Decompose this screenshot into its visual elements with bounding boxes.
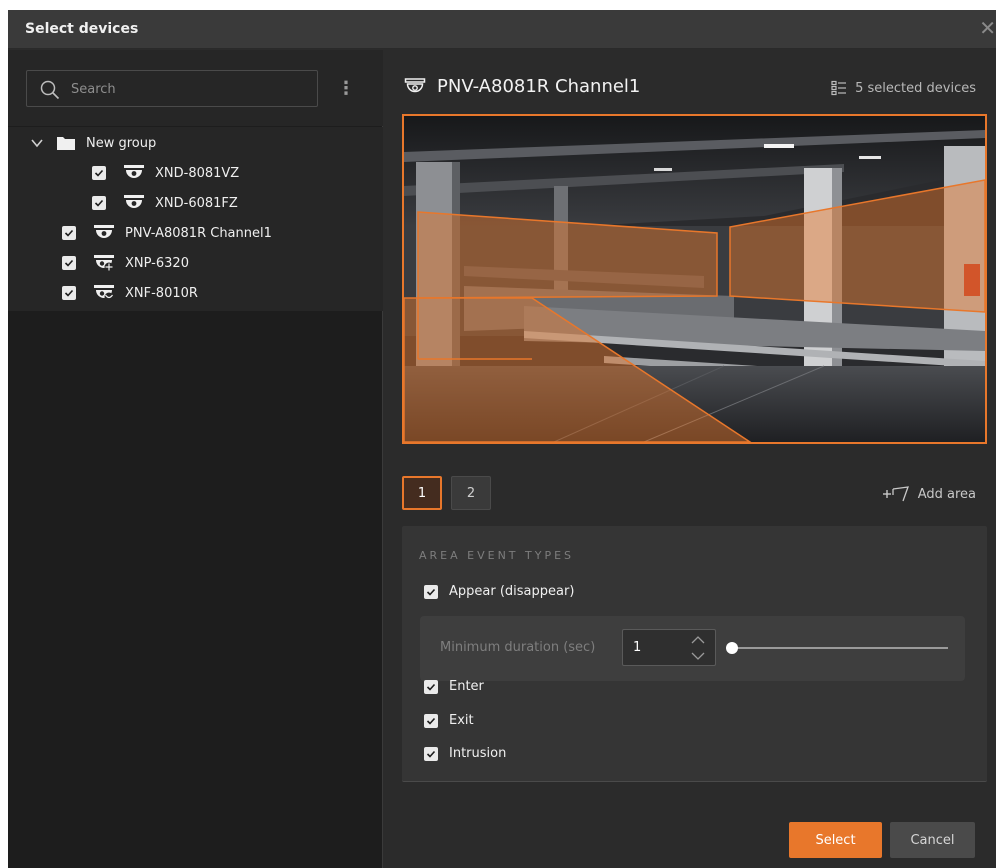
- event-label: Exit: [449, 713, 474, 728]
- ptz-camera-icon: [94, 255, 114, 272]
- selected-count-label: 5 selected devices: [855, 80, 976, 96]
- device-label: XNF-8010R: [125, 285, 198, 301]
- min-duration-label: Minimum duration (sec): [440, 640, 596, 655]
- tree-item-pnv-a8081r[interactable]: PNV-A8081R Channel1: [62, 219, 272, 247]
- tree-group-new-group[interactable]: New group: [30, 129, 156, 157]
- event-intrusion[interactable]: Intrusion: [424, 746, 506, 761]
- checkbox[interactable]: [62, 286, 76, 300]
- select-button[interactable]: Select: [789, 822, 882, 858]
- select-devices-dialog: Select devices ✕ ⋮ Ne: [8, 10, 996, 868]
- event-enter[interactable]: Enter: [424, 679, 484, 694]
- dialog-title: Select devices: [25, 21, 139, 37]
- checkbox[interactable]: [424, 713, 438, 728]
- tree-item-xnf-8010r[interactable]: XNF-8010R: [62, 279, 198, 307]
- chevron-down-icon[interactable]: [30, 136, 44, 150]
- dome-camera-icon: [94, 225, 114, 238]
- device-label: XND-6081FZ: [155, 195, 238, 211]
- close-icon[interactable]: ✕: [979, 18, 996, 38]
- tree-item-xnd-8081vz[interactable]: XND-8081VZ: [92, 159, 239, 187]
- min-duration-value[interactable]: 1: [633, 640, 641, 655]
- device-list-panel: ⋮ New group: [8, 50, 383, 868]
- device-label: XNP-6320: [125, 255, 189, 271]
- stepper-arrows-icon[interactable]: [689, 633, 707, 663]
- checkbox[interactable]: [62, 226, 76, 240]
- device-tree: New group XND-8081VZ XND-6081FZ PNV-A808…: [8, 127, 383, 311]
- checkbox[interactable]: [424, 679, 438, 694]
- checkbox[interactable]: [424, 746, 438, 761]
- area-event-types-panel: AREA EVENT TYPES Appear (disappear) Mini…: [402, 526, 987, 782]
- camera-preview[interactable]: [402, 114, 987, 444]
- search-icon: [40, 80, 60, 100]
- add-area-icon: [882, 486, 909, 502]
- search-input[interactable]: [71, 79, 301, 99]
- checkbox[interactable]: [62, 256, 76, 270]
- tab-area-1[interactable]: 1: [402, 476, 442, 510]
- min-duration-slider[interactable]: [726, 642, 948, 654]
- fisheye-camera-icon: [94, 285, 114, 302]
- camera-scene: [404, 116, 985, 442]
- slider-handle[interactable]: [726, 642, 738, 654]
- checkbox[interactable]: [92, 166, 106, 180]
- selected-devices-count[interactable]: 5 selected devices: [831, 80, 976, 96]
- event-label: Intrusion: [449, 746, 507, 761]
- search-box[interactable]: [26, 70, 318, 107]
- folder-icon: [57, 137, 75, 150]
- add-area-button[interactable]: Add area: [882, 486, 976, 502]
- list-icon: [831, 80, 847, 96]
- search-bar-area: ⋮: [8, 50, 383, 126]
- device-header: PNV-A8081R Channel1: [404, 76, 640, 97]
- dome-camera-icon: [124, 165, 144, 178]
- dome-camera-icon: [124, 195, 144, 208]
- event-appear[interactable]: Appear (disappear): [424, 584, 574, 599]
- add-area-label: Add area: [917, 486, 976, 502]
- cancel-button[interactable]: Cancel: [890, 822, 975, 858]
- minimum-duration-row: Minimum duration (sec) 1: [420, 616, 965, 681]
- title-bar: Select devices ✕: [8, 10, 996, 49]
- event-label: Appear (disappear): [449, 584, 575, 599]
- device-detail-panel: PNV-A8081R Channel1 5 selected devices 1…: [384, 50, 996, 868]
- device-name: PNV-A8081R Channel1: [437, 76, 641, 97]
- dome-camera-icon: [404, 77, 426, 92]
- min-duration-stepper[interactable]: 1: [622, 629, 716, 666]
- event-label: Enter: [449, 679, 484, 694]
- event-exit[interactable]: Exit: [424, 713, 474, 728]
- area-tabs: 1 2: [402, 476, 500, 510]
- checkbox[interactable]: [424, 584, 438, 599]
- device-label: PNV-A8081R Channel1: [125, 225, 272, 241]
- device-label: XND-8081VZ: [155, 165, 240, 181]
- section-heading: AREA EVENT TYPES: [419, 549, 575, 562]
- tree-item-xnp-6320[interactable]: XNP-6320: [62, 249, 189, 277]
- more-options-icon[interactable]: ⋮: [336, 75, 356, 103]
- tree-item-xnd-6081fz[interactable]: XND-6081FZ: [92, 189, 238, 217]
- group-label: New group: [86, 135, 157, 151]
- tab-area-2[interactable]: 2: [451, 476, 491, 510]
- checkbox[interactable]: [92, 196, 106, 210]
